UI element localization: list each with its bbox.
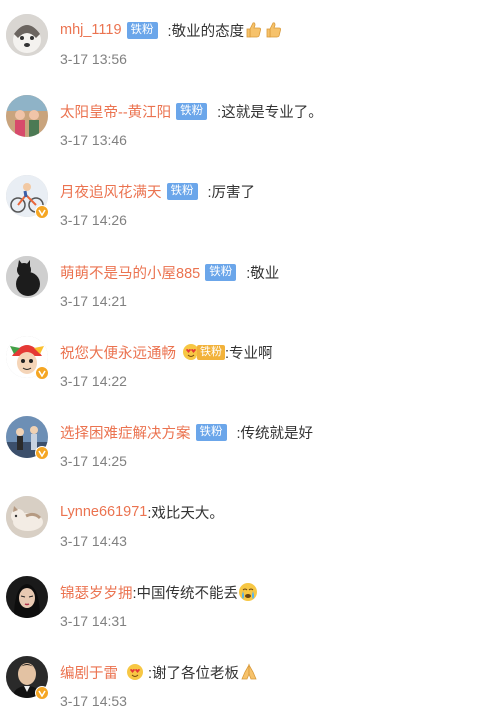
user-avatar[interactable] xyxy=(6,496,48,538)
comment-item: 月夜追风花满天 铁粉 :厉害了 3-17 14:26 xyxy=(0,175,479,255)
comment-text: :敬业 xyxy=(246,265,280,282)
comment-item: 萌萌不是马的小屋885 铁粉 :敬业 3-17 14:21 xyxy=(0,256,479,336)
fan-level-badge: 4 铁粉 xyxy=(182,343,225,361)
comment-time: 3-17 14:22 xyxy=(60,373,127,389)
thumbs-up-icon xyxy=(244,20,264,40)
comment-time: 3-17 13:46 xyxy=(60,132,127,148)
username-link[interactable]: 月夜追风花满天 xyxy=(60,181,162,202)
comment-text: :中国传统不能丢 xyxy=(132,585,239,602)
comment-time: 3-17 14:26 xyxy=(60,212,127,228)
comment-item: Lynne661971 :戏比天大。 3-17 14:43 xyxy=(0,496,479,576)
comment-time: 3-17 14:25 xyxy=(60,453,127,469)
comment-text: :谢了各位老板 xyxy=(148,665,240,682)
comment-text: :厉害了 xyxy=(207,184,256,201)
comment-time: 3-17 14:53 xyxy=(60,693,127,709)
comment-text: :这就是专业了。 xyxy=(217,104,323,121)
comment-item: 锦瑟岁岁拥 :中国传统不能丢 3-17 14:31 xyxy=(0,576,479,656)
verified-badge-icon xyxy=(35,686,49,700)
comment-item: 祝您大便永远通畅 4 铁粉 :专业啊 3-17 14:22 xyxy=(0,336,479,416)
comment-time: 3-17 14:21 xyxy=(60,293,127,309)
username-link[interactable]: 太阳皇帝--黄江阳 xyxy=(60,101,171,122)
username-link[interactable]: 选择困难症解决方案 xyxy=(60,422,191,443)
user-avatar[interactable] xyxy=(6,14,48,56)
heart-face-icon xyxy=(126,663,144,681)
verified-badge-icon xyxy=(35,446,49,460)
comment-item: 编剧于雷 :谢了各位老板 3-17 14:53 xyxy=(0,656,479,720)
comment-item: mhj_1119 铁粉 :敬业的态度 3-17 13:56 xyxy=(0,14,479,94)
fan-badge: 铁粉 xyxy=(195,423,227,441)
fan-badge: 铁粉 xyxy=(126,21,158,39)
crying-face-icon xyxy=(238,582,258,602)
fan-badge: 铁粉 xyxy=(205,263,237,281)
praying-hands-icon xyxy=(239,662,259,682)
username-link[interactable]: 祝您大便永远通畅 xyxy=(60,342,176,363)
user-avatar[interactable] xyxy=(6,576,48,618)
username-link[interactable]: 锦瑟岁岁拥 xyxy=(60,582,133,603)
comment-text: :戏比天大。 xyxy=(147,505,224,522)
comment-text: :传统就是好 xyxy=(236,425,314,442)
comment-text: :专业啊 xyxy=(225,345,273,362)
comment-item: 太阳皇帝--黄江阳 铁粉 :这就是专业了。 3-17 13:46 xyxy=(0,95,479,175)
username-link[interactable]: 萌萌不是马的小屋885 xyxy=(60,262,200,283)
user-avatar[interactable] xyxy=(6,256,48,298)
comment-time: 3-17 14:43 xyxy=(60,533,127,549)
user-avatar[interactable] xyxy=(6,95,48,137)
fan-badge: 铁粉 xyxy=(166,182,198,200)
username-link[interactable]: mhj_1119 xyxy=(60,22,122,38)
comment-time: 3-17 13:56 xyxy=(60,51,127,67)
verified-badge-icon xyxy=(35,366,49,380)
comment-time: 3-17 14:31 xyxy=(60,613,127,629)
comment-item: 选择困难症解决方案 铁粉 :传统就是好 3-17 14:25 xyxy=(0,416,479,496)
username-link[interactable]: 编剧于雷 xyxy=(60,662,118,683)
username-link[interactable]: Lynne661971 xyxy=(60,504,147,520)
comment-text: :敬业的态度 xyxy=(167,23,245,40)
fan-badge: 铁粉 xyxy=(176,102,208,120)
fan-badge: 铁粉 xyxy=(197,344,225,360)
thumbs-up-icon xyxy=(264,20,284,40)
verified-badge-icon xyxy=(35,205,49,219)
